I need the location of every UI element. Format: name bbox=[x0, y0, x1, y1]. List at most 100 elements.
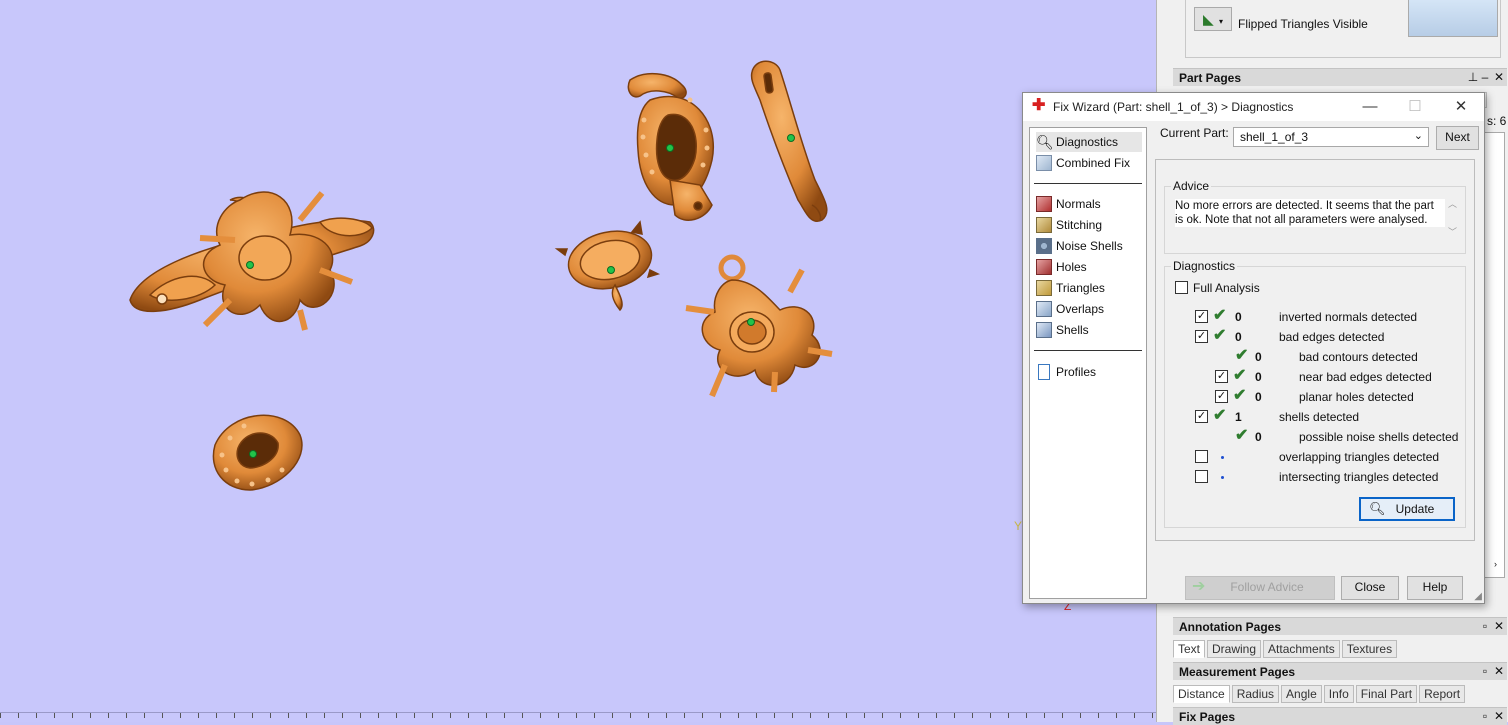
tab-radius[interactable]: Radius bbox=[1231, 685, 1280, 703]
profiles-icon bbox=[1038, 364, 1050, 380]
close-window-icon[interactable]: ✕ bbox=[1450, 97, 1472, 117]
tab-report[interactable]: Report bbox=[1419, 685, 1466, 703]
nav-item-shells[interactable]: Shells bbox=[1036, 320, 1089, 340]
row-label: planar holes detected bbox=[1299, 390, 1414, 404]
part-center-marker bbox=[666, 144, 674, 152]
tab-angle[interactable]: Angle bbox=[1281, 685, 1322, 703]
triangles-icon bbox=[1036, 280, 1052, 296]
shells-icon bbox=[1036, 322, 1052, 338]
nav-label: Overlaps bbox=[1056, 302, 1105, 316]
follow-advice-button: ➔ Follow Advice bbox=[1185, 576, 1335, 600]
full-analysis-label: Full Analysis bbox=[1193, 281, 1260, 295]
nav-item-noise-shells[interactable]: Noise Shells bbox=[1036, 236, 1123, 256]
restore-icon[interactable]: ▫ bbox=[1479, 619, 1491, 633]
close-icon[interactable]: ✕ bbox=[1493, 619, 1505, 633]
resize-grip-icon[interactable]: ◢ bbox=[1474, 591, 1482, 602]
nav-label: Shells bbox=[1056, 323, 1089, 337]
advice-group: Advice No more errors are detected. It s… bbox=[1164, 179, 1466, 254]
row-checkbox[interactable] bbox=[1195, 450, 1208, 463]
close-icon[interactable]: ✕ bbox=[1493, 70, 1505, 84]
annotation-pages-header[interactable]: Annotation Pages ▫ ✕ bbox=[1173, 617, 1507, 635]
close-icon[interactable]: ✕ bbox=[1493, 709, 1505, 723]
scroll-right-arrow-icon[interactable]: › bbox=[1494, 559, 1497, 569]
pin-icon[interactable]: ⊥ bbox=[1467, 70, 1479, 84]
part-pages-header[interactable]: Part Pages ⊥ – ✕ bbox=[1173, 68, 1507, 86]
close-button[interactable]: Close bbox=[1341, 576, 1399, 600]
fix-pages-header[interactable]: Fix Pages ▫ ✕ bbox=[1173, 707, 1507, 725]
row-label: bad edges detected bbox=[1279, 330, 1385, 344]
tab-final-part[interactable]: Final Part bbox=[1355, 685, 1418, 703]
bottom-ruler bbox=[0, 712, 1156, 722]
flipped-triangles-toggle[interactable]: ◣ ▾ bbox=[1194, 7, 1232, 31]
nav-item-combined-fix[interactable]: Combined Fix bbox=[1036, 153, 1130, 173]
measurement-pages-title: Measurement Pages bbox=[1179, 665, 1296, 679]
nav-item-stitching[interactable]: Stitching bbox=[1036, 215, 1102, 235]
nav-item-diagnostics[interactable]: 🔍︎ Diagnostics bbox=[1036, 132, 1142, 152]
row-checkbox[interactable]: ✓ bbox=[1215, 390, 1228, 403]
tab-attachments[interactable]: Attachments bbox=[1263, 640, 1340, 658]
tab-textures[interactable]: Textures bbox=[1341, 640, 1398, 658]
minimize-window-icon[interactable]: — bbox=[1359, 97, 1381, 117]
3d-viewport[interactable]: Y Z bbox=[0, 0, 1156, 722]
visibility-box: ◣ ▾ Flipped Triangles Visible bbox=[1185, 0, 1501, 58]
ok-check-icon: ✔ bbox=[1213, 307, 1227, 324]
current-part-label: Current Part: bbox=[1160, 126, 1229, 140]
dialog-title: Fix Wizard (Part: shell_1_of_3) > Diagno… bbox=[1053, 100, 1294, 114]
next-button[interactable]: Next bbox=[1436, 126, 1479, 150]
axis-y-glyph: Y bbox=[1014, 519, 1022, 533]
part-pages-count: s: 6 bbox=[1487, 114, 1507, 128]
help-button[interactable]: Help bbox=[1407, 576, 1463, 600]
row-checkbox[interactable]: ✓ bbox=[1195, 330, 1208, 343]
chevron-down-icon: ⌄ bbox=[1413, 130, 1423, 142]
row-checkbox[interactable]: ✓ bbox=[1195, 310, 1208, 323]
follow-advice-label: Follow Advice bbox=[1230, 580, 1304, 594]
flipped-triangles-label: Flipped Triangles Visible bbox=[1238, 17, 1368, 31]
part-flower-ring bbox=[129, 191, 375, 331]
diagnostics-content: Current Part: shell_1_of_3 ⌄ Next Advice… bbox=[1155, 126, 1480, 600]
current-part-select[interactable]: shell_1_of_3 ⌄ bbox=[1233, 127, 1429, 147]
row-label: intersecting triangles detected bbox=[1279, 470, 1439, 484]
ok-check-icon: ✔ bbox=[1233, 367, 1247, 384]
overlaps-icon bbox=[1036, 301, 1052, 317]
update-button[interactable]: 🔍︎ Update bbox=[1359, 497, 1455, 521]
row-checkbox[interactable]: ✓ bbox=[1195, 410, 1208, 423]
nav-item-triangles[interactable]: Triangles bbox=[1036, 278, 1105, 298]
nav-label: Holes bbox=[1056, 260, 1087, 274]
scroll-up-icon[interactable]: ︿ bbox=[1448, 197, 1457, 210]
part-oval-setting bbox=[554, 220, 661, 312]
ok-check-icon: ✔ bbox=[1233, 387, 1247, 404]
nav-item-holes[interactable]: Holes bbox=[1036, 257, 1087, 277]
cube-preview bbox=[1408, 0, 1498, 37]
combined-fix-icon bbox=[1036, 155, 1052, 171]
close-icon[interactable]: ✕ bbox=[1493, 664, 1505, 678]
scroll-down-icon[interactable]: ﹀ bbox=[1448, 225, 1457, 238]
stitching-icon bbox=[1036, 217, 1052, 233]
minimize-icon[interactable]: – bbox=[1479, 70, 1491, 84]
tab-distance[interactable]: Distance bbox=[1173, 685, 1230, 703]
tab-info[interactable]: Info bbox=[1323, 685, 1354, 703]
fix-wizard-dialog: ✚ Fix Wizard (Part: shell_1_of_3) > Diag… bbox=[1022, 92, 1485, 604]
row-count: 0 bbox=[1255, 350, 1262, 364]
nav-item-normals[interactable]: Normals bbox=[1036, 194, 1101, 214]
restore-icon[interactable]: ▫ bbox=[1479, 664, 1491, 678]
nav-item-profiles[interactable]: Profiles bbox=[1036, 362, 1096, 382]
tab-drawing[interactable]: Drawing bbox=[1207, 640, 1262, 658]
row-label: shells detected bbox=[1279, 410, 1360, 424]
row-checkbox[interactable] bbox=[1195, 470, 1208, 483]
tab-text[interactable]: Text bbox=[1173, 640, 1206, 658]
full-analysis-checkbox[interactable] bbox=[1175, 281, 1188, 294]
row-count: 1 bbox=[1235, 410, 1242, 424]
part-shield bbox=[212, 414, 303, 491]
row-count: 0 bbox=[1235, 310, 1242, 324]
fix-category-list: 🔍︎ Diagnostics Combined Fix Normals Stit… bbox=[1029, 127, 1147, 599]
restore-icon[interactable]: ▫ bbox=[1479, 709, 1491, 723]
measurement-pages-header[interactable]: Measurement Pages ▫ ✕ bbox=[1173, 662, 1507, 680]
row-checkbox[interactable]: ✓ bbox=[1215, 370, 1228, 383]
row-count: 0 bbox=[1255, 390, 1262, 404]
nav-item-overlaps[interactable]: Overlaps bbox=[1036, 299, 1104, 319]
dialog-titlebar[interactable]: ✚ Fix Wizard (Part: shell_1_of_3) > Diag… bbox=[1023, 93, 1484, 121]
magnifier-icon: 🔍︎ bbox=[1369, 501, 1386, 516]
row-count: 0 bbox=[1235, 330, 1242, 344]
magnifier-icon: 🔍︎ bbox=[1036, 134, 1054, 150]
update-label: Update bbox=[1395, 502, 1435, 516]
